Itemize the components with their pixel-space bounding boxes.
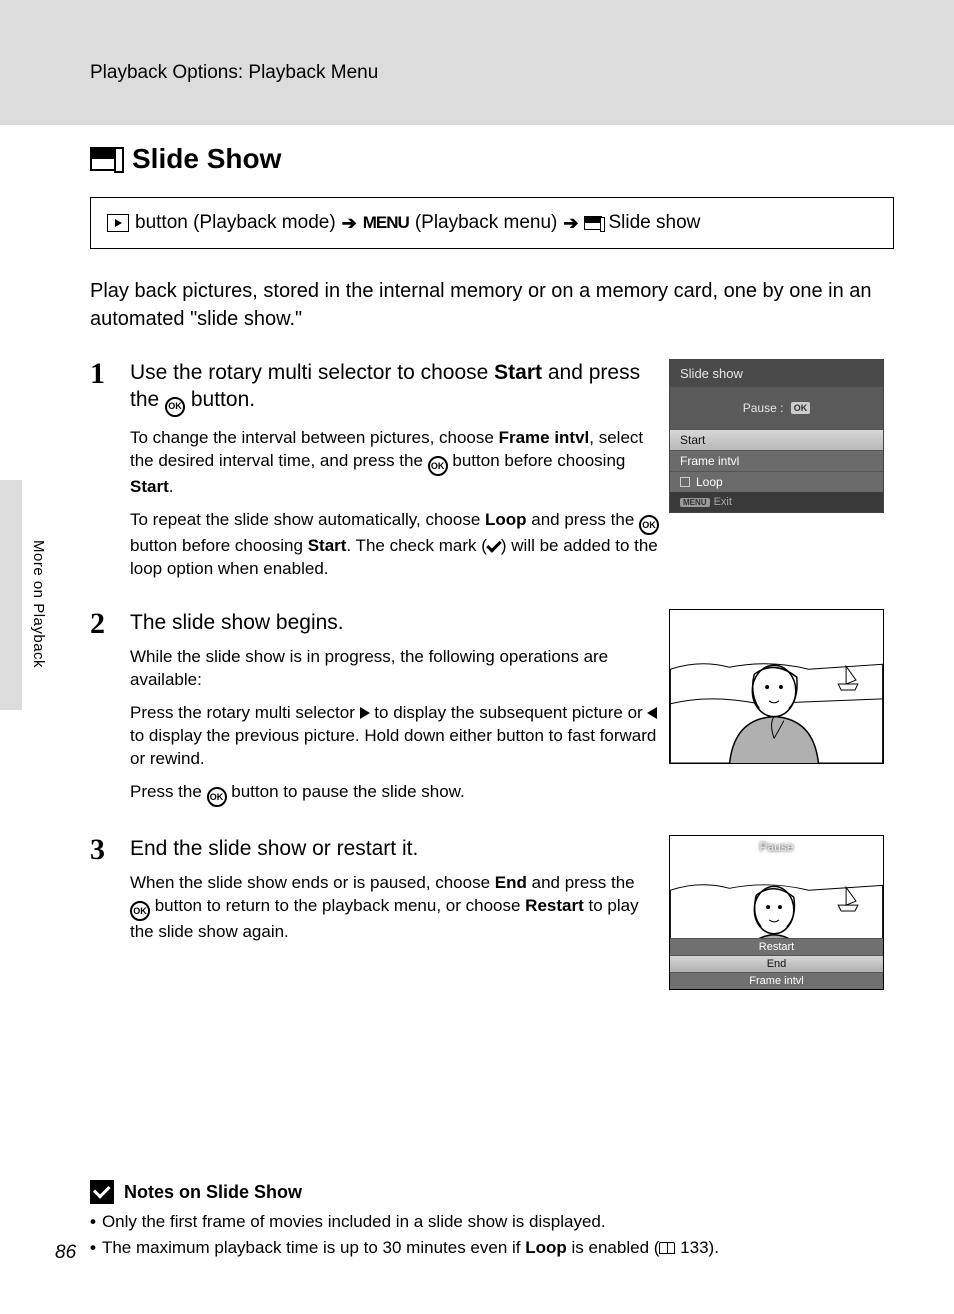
- t: to display the subsequent picture or: [370, 703, 648, 722]
- t: Exit: [714, 496, 732, 508]
- title-text: Slide Show: [132, 143, 281, 175]
- ok-button-icon: OK: [130, 901, 150, 921]
- t: .: [169, 477, 174, 496]
- playback-button-icon: [107, 214, 129, 232]
- ok-button-icon: OK: [165, 397, 185, 417]
- checkmark-icon: [486, 537, 502, 553]
- ok-button-icon: OK: [428, 456, 448, 476]
- ok-button-icon: OK: [639, 515, 659, 535]
- lcd-button-end: End: [670, 955, 883, 972]
- breadcrumb: button (Playback mode) ➔ MENU (Playback …: [90, 197, 894, 249]
- lcd-pause-row: Pause : OK: [670, 387, 883, 429]
- step-paragraph: While the slide show is in progress, the…: [130, 646, 659, 692]
- t: To repeat the slide show automatically, …: [130, 510, 485, 529]
- t: and press the: [527, 873, 635, 892]
- slideshow-icon: [90, 147, 120, 171]
- notes-section: Notes on Slide Show Only the first frame…: [90, 1180, 894, 1264]
- lcd-button-restart: Restart: [670, 938, 883, 955]
- t: Use the rotary multi selector to choose: [130, 361, 494, 384]
- step-paragraph: Press the OK button to pause the slide s…: [130, 781, 659, 807]
- t: . The check mark (: [346, 536, 486, 555]
- step-heading: Use the rotary multi selector to choose …: [130, 359, 659, 417]
- lcd-menu-item-frame-intvl: Frame intvl: [670, 450, 883, 471]
- step-heading: End the slide show or restart it.: [130, 835, 659, 862]
- lcd-pause-label: Pause: [670, 840, 883, 854]
- menu-badge-icon: MENU: [680, 498, 710, 507]
- slideshow-small-icon: [584, 216, 602, 230]
- t: Loop: [485, 510, 527, 529]
- lcd-button-frame-intvl: Frame intvl: [670, 972, 883, 989]
- t: button before choosing: [130, 536, 308, 555]
- warning-check-icon: [90, 1180, 114, 1204]
- t: Start: [130, 477, 169, 496]
- step-number: 1: [90, 359, 112, 591]
- t: button before choosing: [448, 451, 626, 470]
- t: When the slide show ends or is paused, c…: [130, 873, 495, 892]
- lcd-title: Slide show: [670, 360, 883, 387]
- step-paragraph: Press the rotary multi selector to displ…: [130, 702, 659, 771]
- lcd-screenshot-pause: Pause Restart End Frame intvl: [669, 835, 884, 990]
- triangle-left-icon: [647, 707, 657, 719]
- t: Pause: [743, 401, 777, 415]
- t: button.: [185, 388, 255, 411]
- step-number: 2: [90, 609, 112, 817]
- t: The maximum playback time is up to 30 mi…: [102, 1238, 525, 1257]
- step-2: 2 The slide show begins. While the slide…: [90, 609, 659, 817]
- checkbox-icon: [680, 477, 690, 487]
- t: is enabled (: [567, 1238, 660, 1257]
- arrow-right-icon: ➔: [342, 213, 357, 234]
- arrow-right-icon: ➔: [563, 213, 578, 234]
- t: Start: [308, 536, 347, 555]
- breadcrumb-dest: Slide show: [608, 212, 700, 234]
- lcd-screenshot-menu: Slide show Pause : OK Start Frame intvl …: [669, 359, 884, 513]
- step-paragraph: To repeat the slide show automatically, …: [130, 509, 659, 581]
- side-tab-background: [0, 480, 22, 710]
- page-title: Slide Show: [90, 143, 894, 175]
- lcd-menu-item-loop: Loop: [670, 471, 883, 492]
- t: Start: [494, 361, 542, 384]
- t: Loop: [696, 475, 723, 489]
- step-1: 1 Use the rotary multi selector to choos…: [90, 359, 659, 591]
- step-paragraph: To change the interval between pictures,…: [130, 427, 659, 499]
- section-path: Playback Options: Playback Menu: [90, 62, 378, 83]
- side-tab-label: More on Playback: [30, 540, 47, 668]
- t: 133: [680, 1238, 708, 1257]
- t: button to return to the playback menu, o…: [150, 896, 525, 915]
- triangle-right-icon: [360, 707, 370, 719]
- ok-badge-icon: OK: [791, 402, 811, 414]
- lcd-footer: MENU Exit: [670, 492, 883, 512]
- t: Loop: [525, 1238, 567, 1257]
- step-heading: The slide show begins.: [130, 609, 659, 636]
- menu-label: MENU: [363, 213, 409, 233]
- intro-paragraph: Play back pictures, stored in the intern…: [90, 277, 894, 333]
- t: and press the: [527, 510, 639, 529]
- t: to display the previous picture. Hold do…: [130, 726, 656, 768]
- t: Press the: [130, 782, 207, 801]
- sample-photo-illustration: [670, 610, 883, 763]
- note-item: Only the first frame of movies included …: [90, 1212, 894, 1232]
- page-number: 86: [55, 1242, 76, 1264]
- lcd-button-bar: Restart End Frame intvl: [670, 938, 883, 989]
- t: Press the rotary multi selector: [130, 703, 360, 722]
- step-3: 3 End the slide show or restart it. When…: [90, 835, 659, 954]
- step-number: 3: [90, 835, 112, 954]
- t: To change the interval between pictures,…: [130, 428, 499, 447]
- notes-title-text: Notes on Slide Show: [124, 1182, 302, 1203]
- t: Only the first frame of movies included …: [102, 1212, 606, 1232]
- step-paragraph: When the slide show ends or is paused, c…: [130, 872, 659, 944]
- note-item: The maximum playback time is up to 30 mi…: [90, 1238, 894, 1258]
- t: ).: [709, 1238, 719, 1257]
- ok-button-icon: OK: [207, 787, 227, 807]
- breadcrumb-step1: button (Playback mode): [135, 212, 336, 234]
- t: Frame intvl: [499, 428, 590, 447]
- lcd-menu-item-start: Start: [670, 429, 883, 450]
- page-reference-icon: [659, 1242, 675, 1254]
- breadcrumb-step2: (Playback menu): [415, 212, 558, 234]
- t: End: [495, 873, 527, 892]
- t: Restart: [525, 896, 584, 915]
- t: button to pause the slide show.: [227, 782, 465, 801]
- lcd-screenshot-photo: [669, 609, 884, 764]
